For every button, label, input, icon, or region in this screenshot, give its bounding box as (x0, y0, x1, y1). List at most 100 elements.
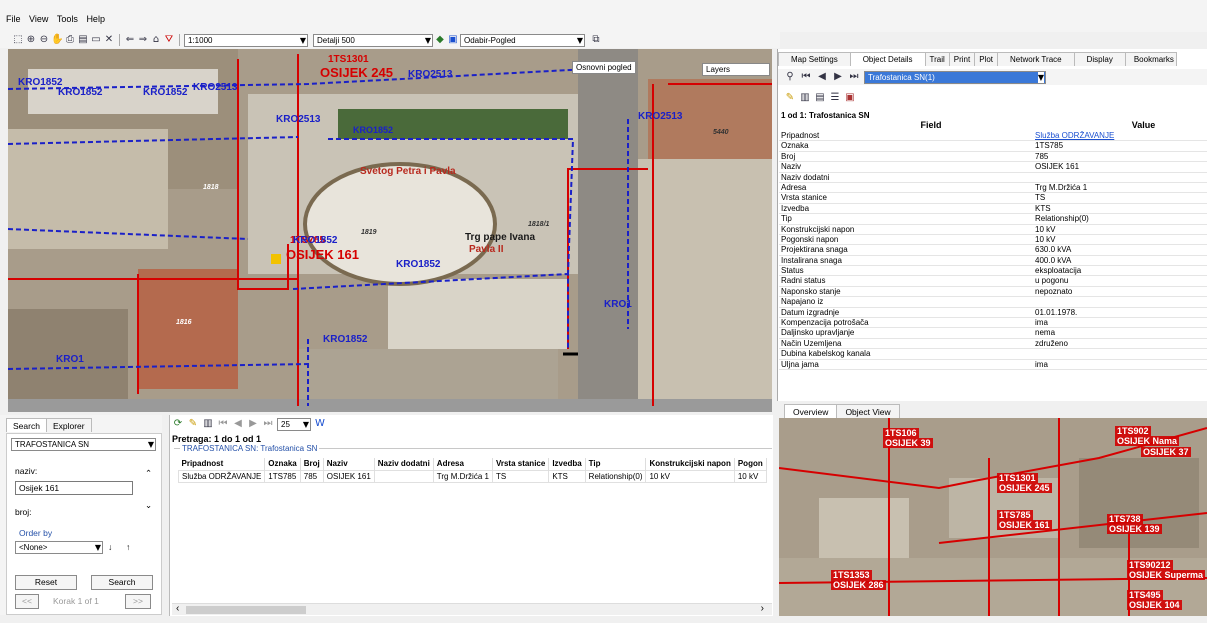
details-row[interactable]: Pogonski napon 10 kV (779, 235, 1207, 246)
home-icon[interactable]: ⌂ (150, 34, 162, 46)
map-label-osijek-161[interactable]: OSIJEK 161 (286, 247, 359, 262)
details-row[interactable]: Naziv OSIJEK 161 (779, 162, 1207, 173)
tab-explorer[interactable]: Explorer (45, 418, 92, 432)
map-label-kro1852[interactable]: KRO1852 (143, 87, 187, 98)
details-row[interactable]: Pripadnost Služba ODRŽAVANJE (779, 131, 1207, 142)
results-column-header[interactable]: Konstrukcijski napon (645, 458, 735, 470)
pin-icon[interactable]: ⚲ (784, 71, 796, 83)
map-label-kro2513[interactable]: KRO2513 (638, 111, 682, 122)
results-scrollbar[interactable]: ‹ › (172, 603, 772, 615)
scroll-right-icon[interactable]: › (761, 603, 764, 614)
next-icon[interactable]: ▶ (247, 418, 259, 430)
report-icon[interactable]: ▣ (844, 92, 856, 104)
details-row[interactable]: Instalirana snaga 400.0 kVA (779, 256, 1207, 267)
order-by-select[interactable]: <None> ▼ (15, 541, 103, 554)
zoom-in-icon[interactable]: ⊕ (25, 34, 37, 46)
map-splitter[interactable] (8, 406, 772, 412)
menu-file[interactable]: File (6, 14, 21, 24)
details-row[interactable]: Kompenzacija potrošača ima (779, 318, 1207, 329)
details-row[interactable]: Status eksploatacija (779, 266, 1207, 277)
last-icon[interactable]: ⏭ (848, 71, 860, 83)
map-label-kro1[interactable]: KRO1 (56, 354, 84, 365)
sort-descending-icon[interactable]: ↑ (126, 542, 130, 552)
next-page-button[interactable]: >> (125, 594, 151, 609)
map-label-kro1852[interactable]: KRO1852 (293, 235, 337, 246)
map-label-kro1852[interactable]: KRO1852 (18, 77, 62, 88)
map-label-kro2513[interactable]: KRO2513 (408, 69, 452, 80)
layer-select[interactable]: TRAFOSTANICA SN ▼ (11, 438, 156, 451)
next-icon[interactable]: ▶ (832, 71, 844, 83)
menu-help[interactable]: Help (86, 14, 105, 24)
details-row[interactable]: Način Uzemljena združeno (779, 339, 1207, 350)
first-icon[interactable]: ⏮ (217, 418, 229, 430)
details-row[interactable]: Oznaka 1TS785 (779, 141, 1207, 152)
scrollbar-thumb[interactable] (186, 606, 306, 614)
results-column-header[interactable]: Naziv dodatni (374, 458, 434, 470)
overview-label[interactable]: OSIJEK Nama (1115, 436, 1180, 446)
chart-icon[interactable]: ▥ (799, 92, 811, 104)
first-icon[interactable]: ⏮ (800, 71, 812, 83)
pan-icon[interactable]: ✋ (51, 34, 63, 46)
map-label-kro1852[interactable]: KRO1852 (58, 87, 102, 98)
tab-object-details[interactable]: Object Details (849, 52, 926, 66)
overview-label[interactable]: OSIJEK 104 (1127, 600, 1182, 610)
overview-label[interactable]: OSIJEK 286 (831, 580, 886, 590)
list-icon[interactable]: ☰ (829, 92, 841, 104)
details-row[interactable]: Naziv dodatni (779, 173, 1207, 183)
details-row[interactable]: Vrsta stanice TS (779, 193, 1207, 204)
details-row[interactable]: Broj 785 (779, 152, 1207, 163)
chart-icon[interactable]: ▥ (202, 418, 214, 430)
last-icon[interactable]: ⏭ (262, 418, 274, 430)
details-row[interactable]: Naponsko stanje nepoznato (779, 287, 1207, 298)
naziv-input[interactable]: Osijek 161 (15, 481, 133, 495)
overview-label[interactable]: 1TS902 (1115, 426, 1151, 436)
edit-icon[interactable]: ✎ (187, 418, 199, 430)
zoom-out-icon[interactable]: ⊖ (38, 34, 50, 46)
results-column-header[interactable]: Broj (300, 458, 324, 470)
export-icon[interactable]: ▤ (814, 92, 826, 104)
previous-icon[interactable]: ◀ (816, 71, 828, 83)
overview-map[interactable]: 1TS106 OSIJEK 39 1TS902 OSIJEK Nama OSIJ… (779, 418, 1207, 616)
overview-label[interactable]: 1TS106 (883, 428, 919, 438)
edit-icon[interactable]: ✎ (784, 92, 796, 104)
overview-label[interactable]: OSIJEK 139 (1107, 524, 1162, 534)
overview-label[interactable]: OSIJEK 37 (1141, 447, 1191, 457)
print-preview-icon[interactable]: ▤ (77, 34, 89, 46)
tab-map-settings[interactable]: Map Settings (778, 52, 851, 66)
sort-ascending-icon[interactable]: ↓ (108, 542, 112, 552)
overview-label[interactable]: OSIJEK 161 (997, 520, 1052, 530)
page-size-select[interactable]: 25 ▼ (277, 417, 311, 431)
map-label-osijek-245[interactable]: OSIJEK 245 (320, 65, 393, 80)
map-label-kro2513[interactable]: KRO2513 (193, 82, 237, 93)
tab-display[interactable]: Display (1073, 52, 1126, 66)
previous-icon[interactable]: ◀ (232, 418, 244, 430)
menu-view[interactable]: View (29, 14, 48, 24)
overview-label[interactable]: 1TS1301 (997, 473, 1038, 483)
overview-label[interactable]: 1TS90212 (1127, 560, 1173, 570)
details-row[interactable]: Daljinsko upravljanje nema (779, 328, 1207, 339)
details-row[interactable]: Napajano iz (779, 297, 1207, 308)
window-icon[interactable]: ⧉ (590, 34, 602, 46)
tab-search[interactable]: Search (6, 418, 47, 432)
details-row[interactable]: Konstrukcijski napon 10 kV (779, 225, 1207, 235)
tab-overview[interactable]: Overview (784, 404, 838, 418)
rectangle-icon[interactable]: ▭ (90, 34, 102, 46)
details-row[interactable]: Adresa Trg M.Držića 1 (779, 183, 1207, 194)
results-column-header[interactable]: Pripadnost (178, 458, 266, 470)
details-row[interactable]: Radni status u pogonu (779, 276, 1207, 287)
overview-label[interactable]: OSIJEK Superma (1127, 570, 1206, 580)
layers-button[interactable]: Layers (702, 63, 770, 76)
overview-label[interactable]: 1TS738 (1107, 514, 1143, 524)
map-label-1ts1301[interactable]: 1TS1301 (328, 54, 369, 65)
overview-label[interactable]: 1TS495 (1127, 590, 1163, 600)
print-icon[interactable]: ⎙ (64, 34, 76, 46)
back-icon[interactable]: ⇐ (124, 34, 136, 46)
scroll-up-icon[interactable]: ⌃ (145, 468, 152, 479)
results-column-header[interactable]: Vrsta stanice (492, 458, 550, 470)
tab-plot[interactable]: Plot (974, 52, 999, 66)
details-row[interactable]: Dubina kabelskog kanala (779, 349, 1207, 360)
results-column-header[interactable]: Naziv (323, 458, 375, 470)
results-column-header[interactable]: Izvedba (548, 458, 586, 470)
results-column-header[interactable]: Adresa (433, 458, 493, 470)
forward-icon[interactable]: ⇒ (137, 34, 149, 46)
